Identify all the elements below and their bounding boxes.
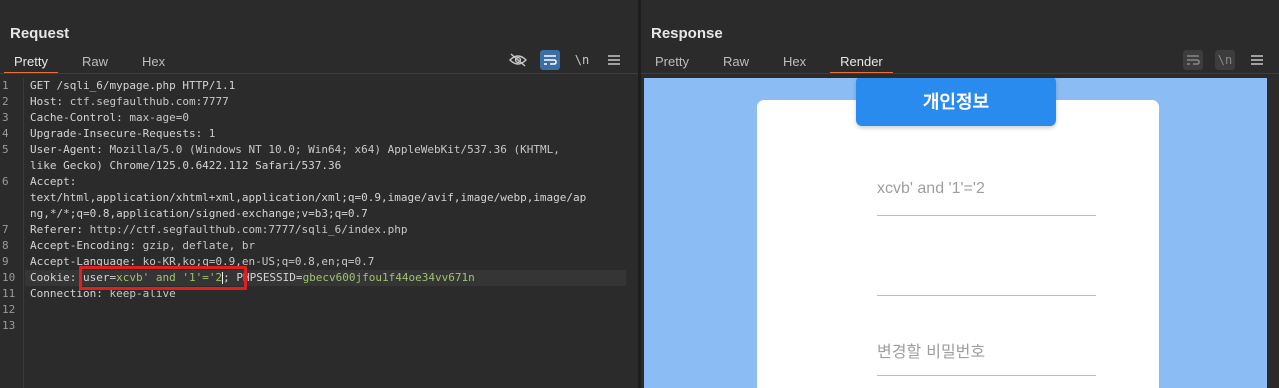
header-name: Cookie: [30,271,77,284]
tab-pretty[interactable]: Pretty [4,52,58,74]
wrap-icon[interactable] [1183,50,1203,70]
line-number: 8 [2,239,9,252]
line-number: 3 [2,111,9,124]
response-title: Response [651,25,723,42]
header-name: Referer: [30,223,83,236]
newline-icon[interactable]: \n [572,50,592,70]
page-title: 개인정보 [856,78,1056,126]
response-panel: Response Pretty Raw Hex Render \n xcvb' … [641,0,1279,388]
line-number: 4 [2,127,9,140]
header-name: Cache-Control: [30,111,123,124]
line-number: 5 [2,143,9,156]
header-name: Upgrade-Insecure-Requests: [30,127,203,140]
request-line: Accept-Encoding: gzip, deflate, br [30,238,255,254]
line-number: 10 [2,271,16,284]
request-panel: Request Pretty Raw Hex \n 1 2 3 4 5 6 7 … [0,0,638,388]
header-value: 1 [202,127,216,140]
request-line: Host: ctf.segfaulthub.com:7777 [30,94,229,110]
tab-raw[interactable]: Raw [713,52,759,72]
line-number: 12 [2,303,16,316]
request-title: Request [10,25,70,42]
line-number: 7 [2,223,9,236]
tab-hex[interactable]: Hex [773,52,816,72]
burp-request-response-viewer: Request Pretty Raw Hex \n 1 2 3 4 5 6 7 … [0,0,1279,388]
header-name: Host: [30,95,64,108]
header-name: User-Agent: [30,143,103,156]
request-editor[interactable]: 1 2 3 4 5 6 7 8 9 10 11 12 13 GET /sqli_… [0,78,638,388]
payload-highlight-box [79,266,247,290]
new-password-field[interactable]: 변경할 비밀번호 [877,338,1096,376]
header-value: gzip, deflate, br [135,239,256,252]
second-field[interactable] [877,270,1096,296]
request-line-wrap: like Gecko) Chrome/125.0.6422.112 Safari… [30,159,342,172]
request-line: Cache-Control: max-age=0 [30,110,189,126]
request-line: Upgrade-Insecure-Requests: 1 [30,126,215,142]
header-value: http://ctf.segfaulthub.com:7777/sqli_6/i… [82,223,408,236]
tab-hex[interactable]: Hex [132,52,175,72]
request-toolbar: \n [508,50,624,70]
tab-render[interactable]: Render [830,52,893,74]
eye-off-icon[interactable] [508,50,528,70]
response-toolbar: \n [1183,50,1267,70]
request-line: GET /sqli_6/mypage.php HTTP/1.1 [30,79,236,92]
rendered-response: xcvb' and '1'='2 변경할 비밀번호 개인정보 [644,78,1267,388]
header-value: ctf.segfaulthub.com:7777 [63,95,229,108]
request-line-wrap: ng,*/*;q=0.8,application/signed-exchange… [30,207,368,220]
line-number: 11 [2,287,16,300]
header-name: Accept-Encoding: [30,239,136,252]
line-number: 9 [2,255,9,268]
wrap-icon[interactable] [540,50,560,70]
header-value: max-age=0 [122,111,189,124]
scrollbar[interactable] [1267,78,1279,388]
profile-card: xcvb' and '1'='2 변경할 비밀번호 [757,100,1159,388]
line-number: 1 [2,79,9,92]
line-number: 6 [2,175,9,188]
menu-icon[interactable] [1247,50,1267,70]
menu-icon[interactable] [604,50,624,70]
request-tabs: Pretty Raw Hex [4,52,189,74]
header-value: Mozilla/5.0 (Windows NT 10.0; Win64; x64… [102,143,560,156]
tab-raw[interactable]: Raw [72,52,118,72]
tabs-divider [641,73,1279,74]
line-number: 13 [2,319,16,332]
request-line: Accept: [30,175,77,188]
tabs-divider [0,73,638,74]
cookie-session-value: gbecv600jfou1f44oe34vv671n [302,271,475,284]
response-tabs: Pretty Raw Hex Render [645,52,907,74]
request-line: Referer: http://ctf.segfaulthub.com:7777… [30,222,408,238]
newline-icon[interactable]: \n [1215,50,1235,70]
request-line-wrap: text/html,application/xhtml+xml,applicat… [30,191,587,204]
line-number: 2 [2,95,9,108]
request-line: User-Agent: Mozilla/5.0 (Windows NT 10.0… [30,142,560,158]
tab-pretty[interactable]: Pretty [645,52,699,72]
user-id-field[interactable]: xcvb' and '1'='2 [877,180,1096,216]
